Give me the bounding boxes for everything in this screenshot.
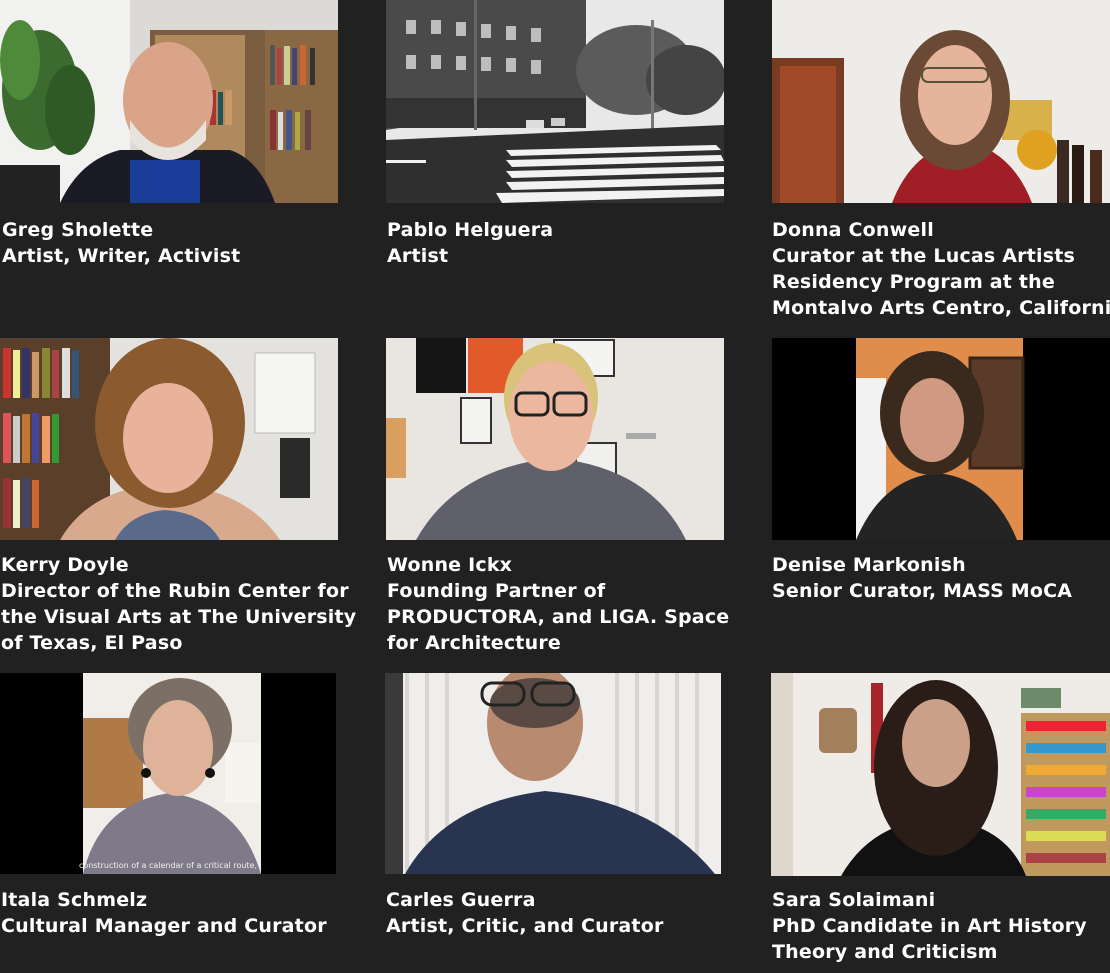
participant-caption: Wonne Ickx Founding Partner of PRODUCTOR…	[387, 552, 729, 656]
participant-title: the Visual Arts at The University	[1, 606, 357, 628]
participant-title: Theory and Criticism	[772, 941, 998, 963]
participant-title: Founding Partner of	[387, 580, 606, 602]
participant-name: Sara Solaimani	[772, 889, 936, 911]
participant-title: Residency Program at the	[772, 271, 1055, 293]
participant-name: Donna Conwell	[772, 219, 934, 241]
participant-name: Itala Schmelz	[1, 889, 148, 911]
participant-title: Director of the Rubin Center for	[1, 580, 349, 602]
man-glasses-posters-image	[386, 338, 724, 540]
street-intersection-bw-image	[386, 0, 724, 203]
participant-caption: Carles Guerra Artist, Critic, and Curato…	[386, 887, 664, 939]
participant-title: for Architecture	[387, 632, 561, 654]
participant-title: Montalvo Arts Centro, California	[772, 297, 1110, 319]
woman-dark-hair-shelves-image	[771, 673, 1110, 876]
participant-caption: Sara Solaimani PhD Candidate in Art Hist…	[772, 887, 1087, 965]
participant-caption: Greg Sholette Artist, Writer, Activist	[2, 217, 240, 269]
participant-name: Wonne Ickx	[387, 554, 513, 576]
woman-earrings-image	[0, 673, 336, 874]
video-feed-sara-solaimani[interactable]	[771, 673, 1110, 876]
participant-title: Cultural Manager and Curator	[1, 915, 327, 937]
participant-title: PRODUCTORA, and LIGA. Space	[387, 606, 730, 628]
video-feed-pablo-helguera[interactable]	[386, 0, 724, 203]
closed-caption-subtitle: construction of a calendar of a critical…	[78, 861, 258, 870]
participant-name: Greg Sholette	[2, 219, 154, 241]
video-feed-wonne-ickx[interactable]	[386, 338, 724, 540]
participant-caption: Kerry Doyle Director of the Rubin Center…	[1, 552, 356, 656]
video-feed-denise-markonish[interactable]	[772, 338, 1110, 540]
woman-glasses-wall-image	[772, 0, 1110, 203]
woman-curly-hair-image	[772, 338, 1110, 540]
man-glasses-blinds-image	[385, 673, 721, 874]
participant-name: Carles Guerra	[386, 889, 536, 911]
participant-name: Denise Markonish	[772, 554, 966, 576]
video-feed-carles-guerra[interactable]	[385, 673, 721, 874]
participant-caption: Pablo Helguera Artist	[387, 217, 553, 269]
video-feed-greg-sholette[interactable]	[0, 0, 338, 203]
participant-caption: Itala Schmelz Cultural Manager and Curat…	[1, 887, 327, 939]
participant-title: Senior Curator, MASS MoCA	[772, 580, 1073, 602]
woman-bookshelf-image	[0, 338, 338, 540]
participant-title: of Texas, El Paso	[1, 632, 183, 654]
participant-name: Kerry Doyle	[1, 554, 129, 576]
participant-title: Curator at the Lucas Artists	[772, 245, 1076, 267]
video-feed-kerry-doyle[interactable]	[0, 338, 338, 540]
participant-caption: Denise Markonish Senior Curator, MASS Mo…	[772, 552, 1072, 604]
video-feed-donna-conwell[interactable]	[772, 0, 1110, 203]
participant-title: PhD Candidate in Art History	[772, 915, 1087, 937]
participant-name: Pablo Helguera	[387, 219, 554, 241]
participant-title: Artist	[387, 245, 449, 267]
video-feed-itala-schmelz[interactable]: construction of a calendar of a critical…	[0, 673, 336, 874]
participant-title: Artist, Critic, and Curator	[386, 915, 664, 937]
participant-caption: Donna Conwell Curator at the Lucas Artis…	[772, 217, 1110, 321]
participant-title: Artist, Writer, Activist	[2, 245, 241, 267]
man-bookshelf-plant-image	[0, 0, 338, 203]
